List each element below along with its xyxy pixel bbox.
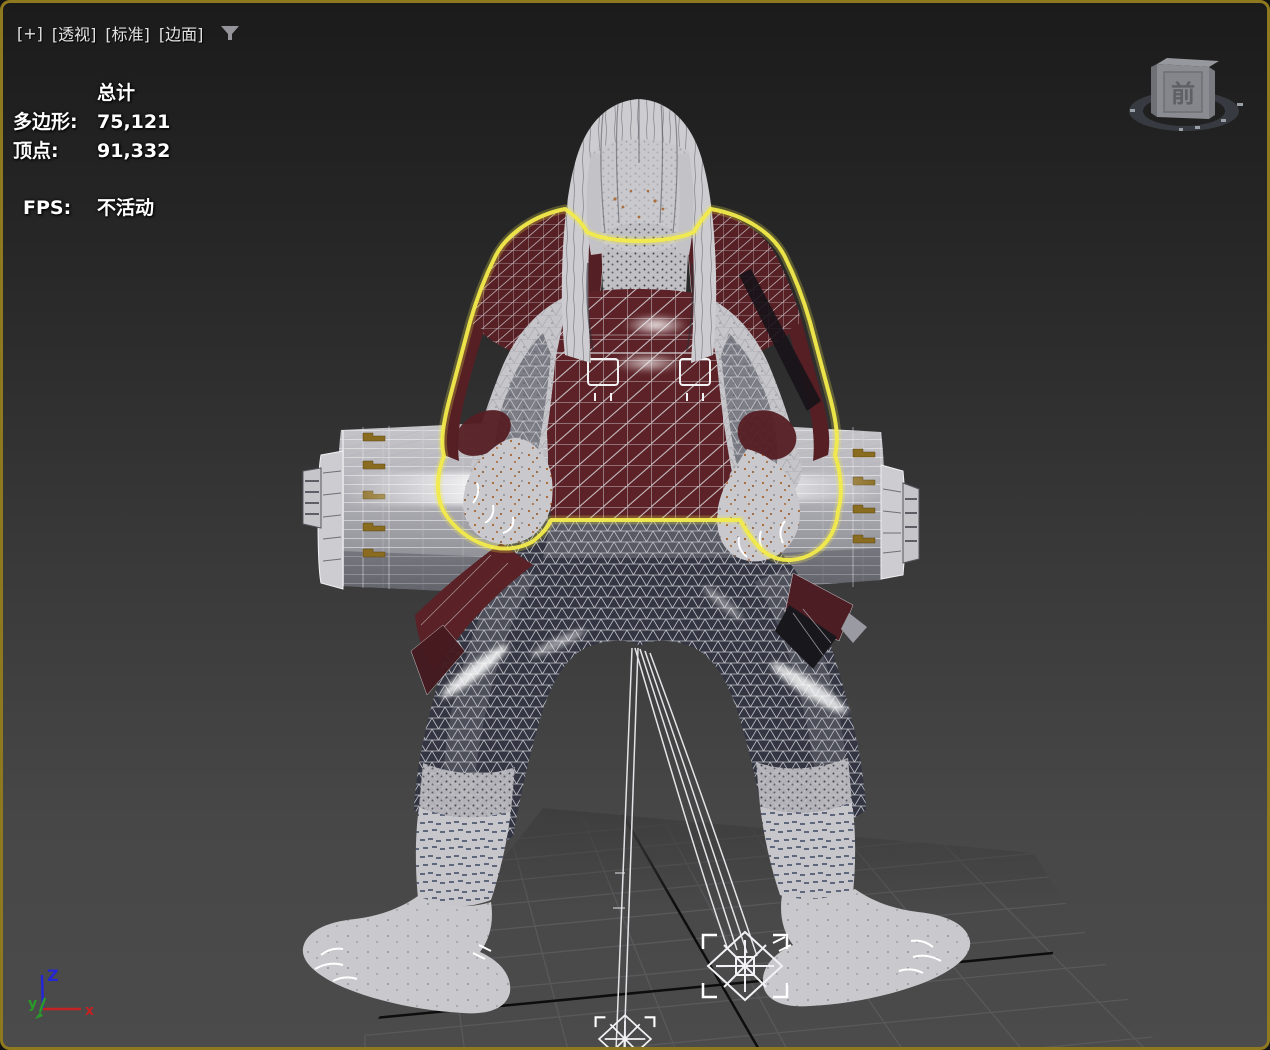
axis-z-label: Z xyxy=(47,966,59,985)
viewport-menu-pov[interactable]: [透视] xyxy=(52,21,97,45)
statistics-overlay: 总计 多边形: 75,121 顶点: 91,332 FPS: 不活动 xyxy=(13,79,170,223)
filter-icon[interactable] xyxy=(220,25,240,43)
viewport-menu-general[interactable]: [+] xyxy=(17,24,43,43)
viewport[interactable]: [+] [透视] [标准] [边面] 总计 多边形: 75,121 顶点: 91… xyxy=(0,0,1270,1050)
viewcube-cube[interactable]: 前 xyxy=(1151,58,1219,119)
stats-fps-label: FPS: xyxy=(23,197,72,219)
viewport-label: [+] [透视] [标准] [边面] xyxy=(17,21,240,45)
stats-polygons-label: 多边形: xyxy=(13,111,78,133)
viewport-menu-quality[interactable]: [标准] xyxy=(105,21,150,45)
boot-left xyxy=(302,896,511,1014)
viewport-menu-shading[interactable]: [边面] xyxy=(159,21,204,45)
viewcube[interactable]: 前 xyxy=(1121,53,1253,145)
stats-vertices-label: 顶点: xyxy=(13,140,59,162)
scene-canvas[interactable] xyxy=(3,3,1270,1050)
stats-vertices-value: 91,332 xyxy=(97,140,171,162)
viewcube-front-label: 前 xyxy=(1171,80,1195,108)
axis-y-label: y xyxy=(28,996,37,1012)
axis-x-label: x xyxy=(85,1003,94,1019)
stats-title: 总计 xyxy=(97,82,136,104)
stats-polygons-value: 75,121 xyxy=(97,111,171,133)
axis-x: x xyxy=(43,1003,94,1019)
stats-fps-value: 不活动 xyxy=(97,197,155,219)
world-axis-gizmo: Z y x xyxy=(11,948,121,1047)
